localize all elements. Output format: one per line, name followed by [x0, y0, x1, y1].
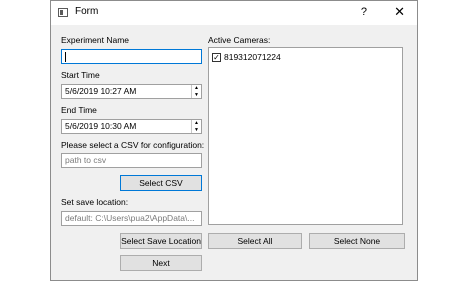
experiment-name-input[interactable]: [61, 49, 202, 64]
start-time-spinner[interactable]: ▲ ▼: [191, 85, 201, 98]
select-save-location-button[interactable]: Select Save Location: [120, 233, 202, 249]
save-location-input[interactable]: default: C:\Users\pua2\AppData\...: [61, 211, 202, 226]
start-time-input[interactable]: 5/6/2019 10:27 AM ▲ ▼: [61, 84, 202, 99]
close-icon[interactable]: ✕: [394, 4, 405, 20]
list-item[interactable]: ✓ 819312071224: [212, 51, 281, 63]
title-bar: Form ? ✕: [51, 1, 417, 25]
start-time-label: Start Time: [61, 70, 100, 80]
window-title: Form: [75, 6, 99, 17]
form-window: Form ? ✕ Experiment Name Start Time 5/6/…: [50, 0, 418, 281]
save-location-label: Set save location:: [61, 197, 129, 207]
select-csv-button[interactable]: Select CSV: [120, 175, 202, 191]
csv-path-placeholder: path to csv: [65, 155, 107, 165]
text-caret: [65, 52, 66, 62]
csv-path-input[interactable]: path to csv: [61, 153, 202, 168]
save-location-value: default: C:\Users\pua2\AppData\...: [65, 213, 195, 223]
end-time-value: 5/6/2019 10:30 AM: [65, 121, 137, 131]
csv-label: Please select a CSV for configuration:: [61, 140, 205, 150]
end-time-label: End Time: [61, 105, 97, 115]
active-cameras-label: Active Cameras:: [208, 35, 271, 45]
camera-list[interactable]: ✓ 819312071224: [208, 47, 403, 225]
next-button[interactable]: Next: [120, 255, 202, 271]
spin-down-icon[interactable]: ▼: [192, 92, 201, 99]
select-all-button[interactable]: Select All: [208, 233, 302, 249]
select-none-button[interactable]: Select None: [309, 233, 405, 249]
camera-checkbox[interactable]: ✓: [212, 52, 221, 62]
camera-serial: 819312071224: [224, 52, 281, 62]
experiment-name-label: Experiment Name: [61, 35, 130, 45]
end-time-spinner[interactable]: ▲ ▼: [191, 120, 201, 133]
app-icon: [58, 8, 68, 17]
end-time-input[interactable]: 5/6/2019 10:30 AM ▲ ▼: [61, 119, 202, 134]
help-button[interactable]: ?: [361, 6, 367, 18]
start-time-value: 5/6/2019 10:27 AM: [65, 86, 137, 96]
spin-down-icon[interactable]: ▼: [192, 127, 201, 134]
